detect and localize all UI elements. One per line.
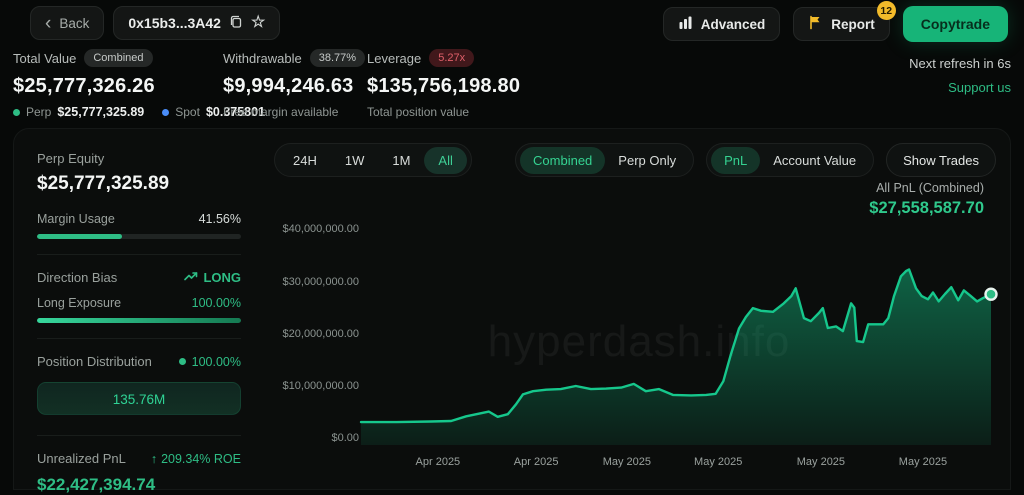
x-axis-label: May 2025 [899, 456, 947, 468]
back-label: Back [59, 16, 89, 31]
direction-bias-value: LONG [184, 270, 241, 285]
account-sidebar: Perp Equity $25,777,325.89 Margin Usage … [37, 151, 241, 495]
withdrawable-badge: 38.77% [310, 49, 365, 67]
withdrawable-stat: Withdrawable 38.77% $9,994,246.63 Free m… [223, 48, 365, 119]
bar-chart-icon [678, 15, 693, 33]
star-icon[interactable]: ☆ [251, 15, 265, 31]
x-axis-label: May 2025 [694, 456, 742, 468]
withdrawable-amount: $9,994,246.63 [223, 75, 365, 98]
direction-bias-label: Direction Bias [37, 270, 117, 285]
support-us-link[interactable]: Support us [909, 80, 1011, 95]
y-axis-label: $20,000,000.00 [249, 328, 359, 340]
stats-row: Total Value Combined $25,777,326.26 Perp… [0, 48, 1024, 110]
x-axis-label: Apr 2025 [514, 456, 559, 468]
leverage-sub: Total position value [367, 105, 469, 119]
y-axis-label: $30,000,000.00 [249, 276, 359, 288]
flag-icon [808, 15, 823, 33]
spot-dot-icon [162, 109, 169, 116]
total-value-label: Total Value [13, 51, 76, 66]
y-axis-label: $10,000,000.00 [249, 380, 359, 392]
back-button[interactable]: ‹ Back [30, 6, 104, 40]
long-exposure-label: Long Exposure [37, 296, 121, 310]
chart-controls: Combined Perp Only PnL Account Value Sho… [515, 143, 996, 177]
tab-1m[interactable]: 1M [378, 147, 424, 174]
time-range-tabs: 24H 1W 1M All [274, 143, 472, 177]
perp-dot-icon [13, 109, 20, 116]
mode-combined[interactable]: Combined [520, 147, 605, 174]
x-axis-label: May 2025 [603, 456, 651, 468]
advanced-button[interactable]: Advanced [663, 7, 781, 41]
x-axis-label: Apr 2025 [416, 456, 461, 468]
metric-account-value[interactable]: Account Value [760, 147, 869, 174]
position-size-box[interactable]: 135.76M [37, 382, 241, 415]
wallet-address: 0x15b3...3A42 [128, 15, 221, 31]
copy-icon[interactable] [229, 14, 243, 32]
leverage-badge: 5.27x [429, 49, 474, 67]
refresh-countdown: Next refresh in 6s [909, 56, 1011, 71]
position-distribution-label: Position Distribution [37, 354, 152, 369]
divider [37, 254, 241, 255]
divider [37, 338, 241, 339]
mode-perp-only[interactable]: Perp Only [605, 147, 689, 174]
show-trades-button[interactable]: Show Trades [886, 143, 996, 177]
leverage-amount: $135,756,198.80 [367, 75, 520, 98]
distribution-dot-icon [179, 358, 186, 365]
leverage-stat: Leverage 5.27x $135,756,198.80 Total pos… [367, 48, 520, 119]
margin-usage-label: Margin Usage [37, 212, 115, 226]
position-distribution-pct: 100.00% [179, 355, 241, 369]
perp-value: $25,777,325.89 [57, 105, 144, 119]
withdrawable-sub: Free margin available [223, 105, 338, 119]
perp-label: Perp [26, 105, 51, 119]
report-badge: 12 [877, 1, 896, 20]
y-axis-label: $40,000,000.00 [249, 223, 359, 235]
pnl-chart[interactable] [356, 216, 1006, 451]
tab-1w[interactable]: 1W [331, 147, 379, 174]
arrow-up-icon: ↑ [151, 452, 157, 466]
tab-24h[interactable]: 24H [279, 147, 331, 174]
y-axis-label: $0.00 [249, 432, 359, 444]
mode-toggle: Combined Perp Only [515, 143, 694, 177]
unrealized-pnl-label: Unrealized PnL [37, 451, 126, 466]
perp-equity-value: $25,777,325.89 [37, 173, 241, 195]
withdrawable-label: Withdrawable [223, 51, 302, 66]
margin-usage-fill [37, 234, 122, 239]
pnl-headline: All PnL (Combined) $27,558,587.70 [869, 181, 984, 218]
divider [37, 435, 241, 436]
perp-equity-label: Perp Equity [37, 151, 241, 166]
chevron-left-icon: ‹ [45, 14, 51, 33]
x-axis-label: May 2025 [797, 456, 845, 468]
combined-badge: Combined [84, 49, 152, 67]
top-bar: ‹ Back 0x15b3...3A42 ☆ Advanced [0, 6, 1024, 44]
metric-pnl[interactable]: PnL [711, 147, 760, 174]
tab-all[interactable]: All [424, 147, 466, 174]
report-button[interactable]: Report 12 [793, 7, 890, 41]
leverage-label: Leverage [367, 51, 421, 66]
metric-toggle: PnL Account Value [706, 143, 874, 177]
long-exposure-bar [37, 318, 241, 323]
report-label: Report [831, 17, 875, 32]
spot-label: Spot [175, 105, 200, 119]
long-exposure-fill [37, 318, 241, 323]
copytrade-button[interactable]: Copytrade [903, 6, 1008, 42]
margin-usage-bar [37, 234, 241, 239]
pnl-endpoint-marker [986, 289, 997, 300]
pnl-headline-label: All PnL (Combined) [869, 181, 984, 195]
trend-up-icon [184, 270, 198, 285]
wallet-address-pill[interactable]: 0x15b3...3A42 ☆ [113, 6, 280, 40]
roe-value: ↑ 209.34% ROE [151, 452, 241, 466]
main-panel: Perp Equity $25,777,325.89 Margin Usage … [13, 128, 1011, 490]
advanced-label: Advanced [701, 17, 766, 32]
unrealized-pnl-value: $22,427,394.74 [37, 475, 241, 495]
long-exposure-value: 100.00% [192, 296, 241, 310]
margin-usage-value: 41.56% [199, 212, 241, 226]
